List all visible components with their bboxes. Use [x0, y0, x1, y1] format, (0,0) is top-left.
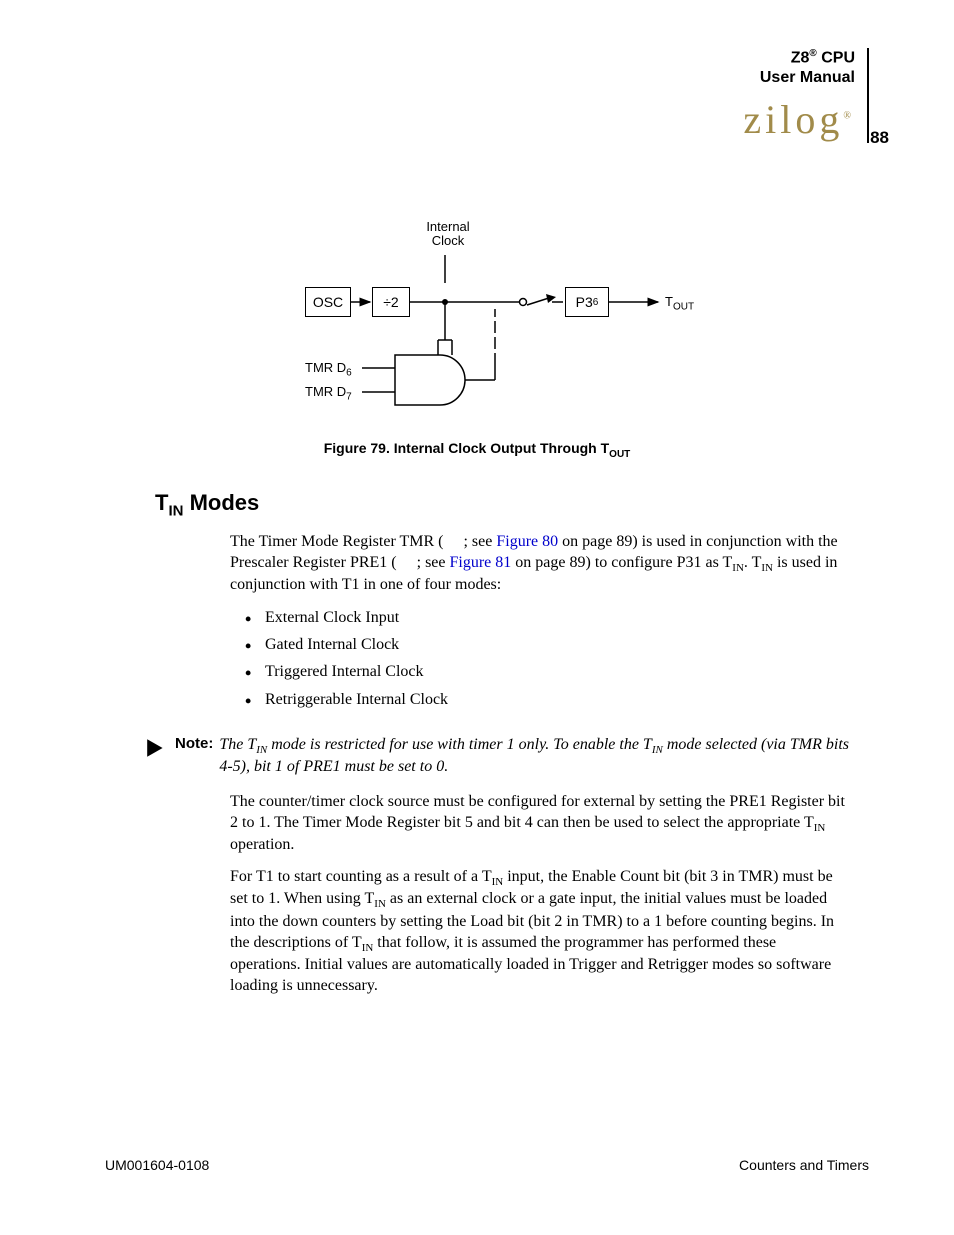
section-heading-tin-modes: TIN Modes: [155, 490, 259, 519]
link-figure-81[interactable]: Figure 81: [450, 554, 512, 571]
para-1: The Timer Mode Register TMR ( ; see Figu…: [230, 532, 850, 596]
note-text: The TIN mode is restricted for use with …: [219, 735, 850, 778]
list-item: Gated Internal Clock: [245, 631, 850, 658]
list-item: Triggered Internal Clock: [245, 658, 850, 685]
figure-caption: Figure 79. Internal Clock Output Through…: [0, 440, 954, 460]
logo-reg: ®: [843, 111, 855, 122]
diagram-wires: [290, 225, 730, 425]
note-block: Note: The TIN mode is restricted for use…: [145, 735, 850, 778]
header-title: Z8® CPU User Manual: [760, 48, 867, 88]
footer-doc-id: UM001604-0108: [105, 1157, 209, 1173]
subtitle: User Manual: [760, 69, 855, 86]
header-divider: [867, 48, 869, 143]
footer-chapter: Counters and Timers: [739, 1157, 869, 1173]
list-item: External Clock Input: [245, 604, 850, 631]
note-arrow-icon: [145, 737, 167, 759]
zilog-logo: zilog®: [743, 100, 855, 140]
page-number: 88: [870, 128, 889, 148]
page-header: Z8® CPU User Manual zilog®: [743, 48, 869, 143]
para-3: For T1 to start counting as a result of …: [230, 867, 850, 997]
modes-list: External Clock Input Gated Internal Cloc…: [245, 604, 850, 713]
reg-mark: ®: [809, 48, 816, 59]
link-figure-80[interactable]: Figure 80: [496, 533, 558, 550]
body-content: The Timer Mode Register TMR ( ; see Figu…: [230, 532, 850, 723]
product-name: Z8: [791, 49, 810, 66]
para-2: The counter/timer clock source must be c…: [230, 792, 850, 856]
logo-block: zilog®: [743, 88, 867, 140]
list-item: Retriggerable Internal Clock: [245, 686, 850, 713]
internal-clock-diagram: Internal Clock OSC ÷2 P36 TOUT TMR D6 TM…: [290, 225, 730, 425]
cpu-text: CPU: [817, 49, 855, 66]
note-label: Note:: [175, 735, 213, 752]
